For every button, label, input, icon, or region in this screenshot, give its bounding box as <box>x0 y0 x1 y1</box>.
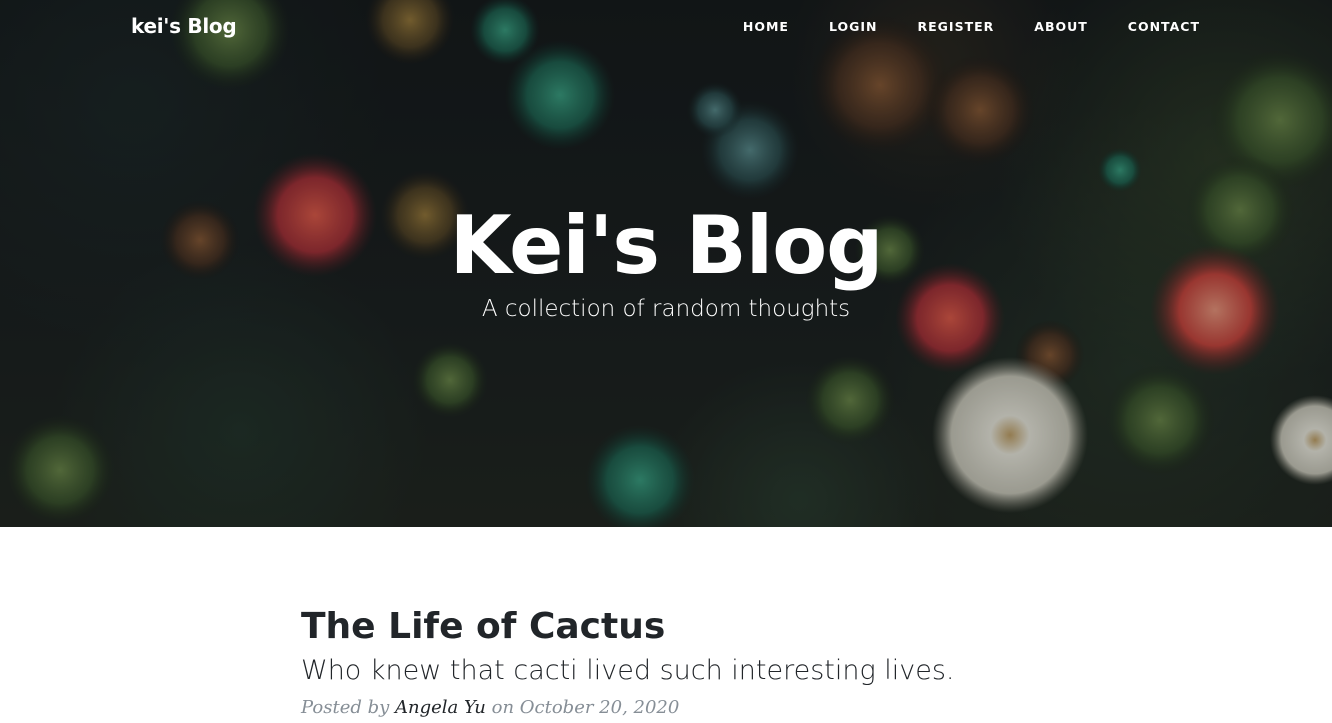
post-preview: The Life of Cactus Who knew that cacti l… <box>301 605 1031 721</box>
navbar-brand[interactable]: kei's Blog <box>131 14 237 38</box>
post-date: October 20, 2020 <box>519 697 680 718</box>
nav-link-about[interactable]: ABOUT <box>1034 19 1088 34</box>
post-title-link[interactable]: The Life of Cactus <box>301 605 1031 649</box>
main-content: The Life of Cactus Who knew that cacti l… <box>0 527 1332 723</box>
main-navbar: kei's Blog HOME LOGIN REGISTER ABOUT CON… <box>0 0 1332 56</box>
nav-link-contact[interactable]: CONTACT <box>1128 19 1200 34</box>
post-meta-on: on <box>485 697 520 718</box>
post-subtitle-link[interactable]: Who knew that cacti lived such interesti… <box>301 653 1031 689</box>
nav-link-login[interactable]: LOGIN <box>829 19 878 34</box>
nav-link-register[interactable]: REGISTER <box>918 19 995 34</box>
nav-link-home[interactable]: HOME <box>743 19 789 34</box>
site-heading: Kei's Blog A collection of random though… <box>0 198 1332 324</box>
hero-subtitle: A collection of random thoughts <box>481 296 851 322</box>
nav-links: HOME LOGIN REGISTER ABOUT CONTACT <box>743 19 1200 34</box>
hero-title: Kei's Blog <box>449 199 884 292</box>
post-meta: Posted by Angela Yu on October 20, 2020 <box>301 695 1031 721</box>
post-author-link[interactable]: Angela Yu <box>395 697 486 718</box>
post-meta-prefix: Posted by <box>301 697 395 718</box>
masthead: kei's Blog HOME LOGIN REGISTER ABOUT CON… <box>0 0 1332 527</box>
